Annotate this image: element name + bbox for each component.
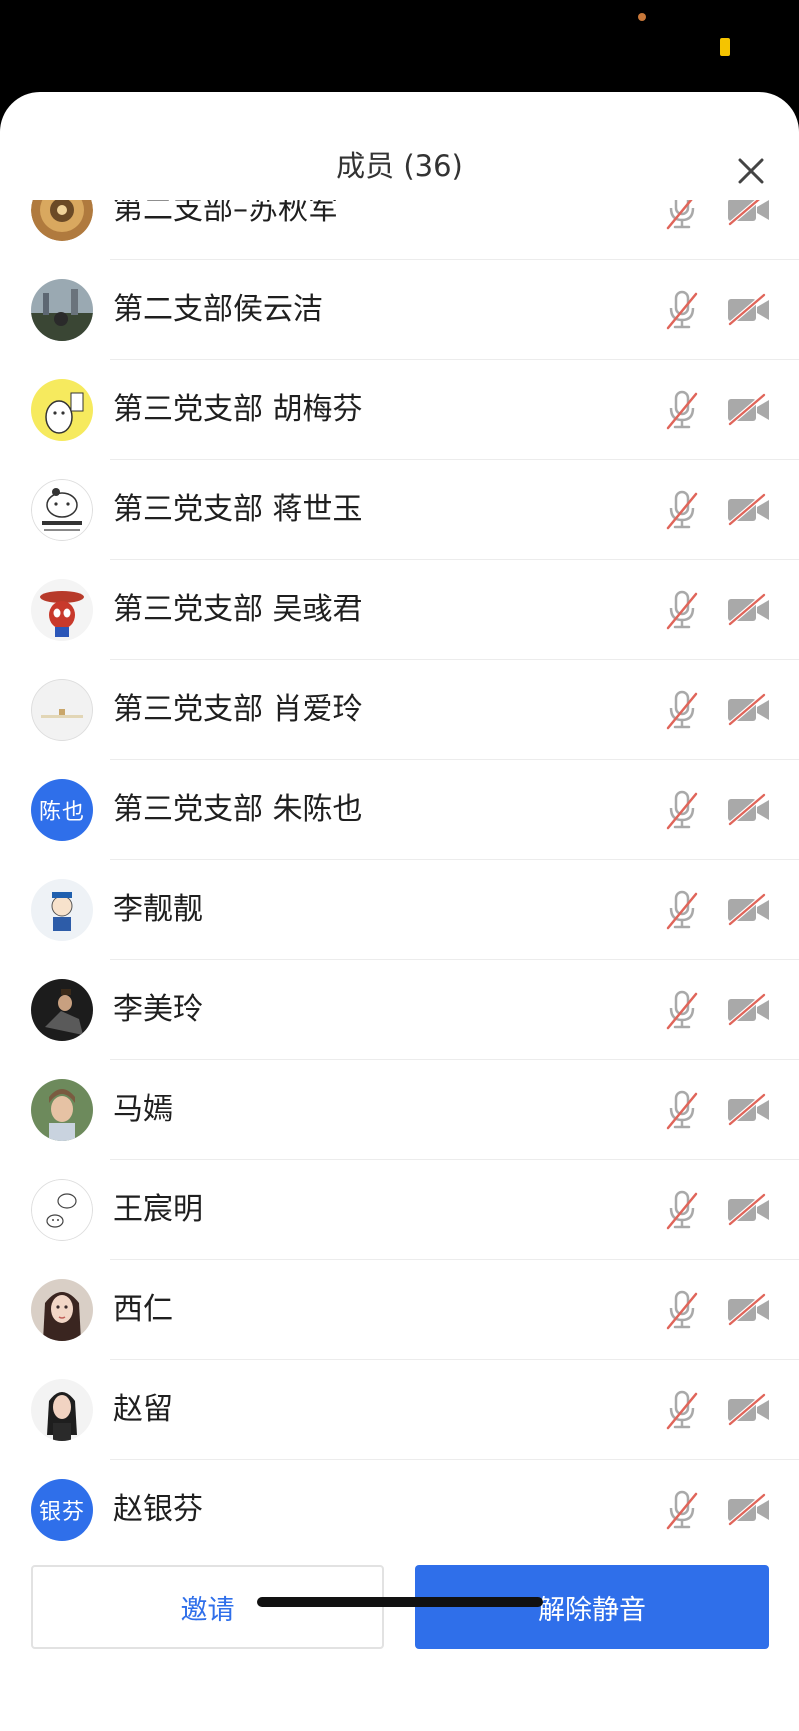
member-name: 西仁 — [113, 1292, 173, 1327]
member-name: 第三党支部 蒋世玉 — [113, 492, 363, 527]
invite-button[interactable]: 邀请 — [31, 1565, 384, 1649]
mic-muted-icon[interactable] — [662, 200, 702, 232]
member-row[interactable]: 西仁 — [0, 1260, 799, 1360]
mic-muted-icon[interactable] — [662, 1088, 702, 1132]
member-list[interactable]: 第二支部–苏秋军第二支部侯云洁第三党支部 胡梅芬 第三党支部 蒋世玉 第三党支部 吴… — [0, 200, 799, 1662]
mic-muted-icon[interactable] — [662, 588, 702, 632]
avatar — [31, 279, 93, 341]
camera-off-icon[interactable] — [726, 1492, 772, 1528]
member-row[interactable]: 银芬 赵银芬 — [0, 1460, 799, 1560]
member-row[interactable]: 第三党支部 胡梅芬 — [0, 360, 799, 460]
member-name: 第二支部–苏秋军 — [113, 200, 338, 227]
panel-title: 成员 (36) — [336, 149, 463, 183]
member-row[interactable]: 李美玲 — [0, 960, 799, 1060]
camera-off-icon[interactable] — [726, 992, 772, 1028]
camera-off-icon[interactable] — [726, 492, 772, 528]
close-button[interactable] — [728, 148, 774, 194]
member-name: 马嫣 — [113, 1092, 173, 1127]
avatar: 银芬 — [31, 1479, 93, 1541]
avatar — [31, 1279, 93, 1341]
mic-muted-icon[interactable] — [662, 988, 702, 1032]
status-bar — [0, 0, 799, 100]
mic-muted-icon[interactable] — [662, 1388, 702, 1432]
member-row[interactable]: 第二支部侯云洁 — [0, 260, 799, 360]
members-panel: 成员 (36) 第二支部–苏秋军第二支部侯云洁第三党支部 胡梅芬 第三党支部 蒋世… — [0, 92, 799, 1731]
mic-muted-icon[interactable] — [662, 1488, 702, 1532]
mic-muted-icon[interactable] — [662, 488, 702, 532]
member-row[interactable]: 第三党支部 肖爱玲 — [0, 660, 799, 760]
camera-off-icon[interactable] — [726, 1192, 772, 1228]
camera-off-icon[interactable] — [726, 592, 772, 628]
member-row[interactable]: 赵留 — [0, 1360, 799, 1460]
member-name: 第二支部侯云洁 — [113, 292, 323, 327]
camera-off-icon[interactable] — [726, 692, 772, 728]
avatar — [31, 379, 93, 441]
home-indicator — [257, 1597, 543, 1607]
camera-off-icon[interactable] — [726, 292, 772, 328]
avatar — [31, 679, 93, 741]
member-name: 李靓靓 — [113, 892, 203, 927]
member-name: 赵留 — [113, 1392, 173, 1427]
camera-off-icon[interactable] — [726, 792, 772, 828]
camera-off-icon[interactable] — [726, 200, 772, 228]
mic-muted-icon[interactable] — [662, 288, 702, 332]
member-row[interactable]: 李靓靓 — [0, 860, 799, 960]
avatar — [31, 1379, 93, 1441]
mic-muted-icon[interactable] — [662, 1288, 702, 1332]
member-row[interactable]: 陈也 第三党支部 朱陈也 — [0, 760, 799, 860]
camera-off-icon[interactable] — [726, 1392, 772, 1428]
camera-off-icon[interactable] — [726, 1292, 772, 1328]
member-name: 第三党支部 朱陈也 — [113, 792, 363, 827]
member-name: 赵银芬 — [113, 1492, 203, 1527]
avatar — [31, 979, 93, 1041]
mic-muted-icon[interactable] — [662, 888, 702, 932]
mic-muted-icon[interactable] — [662, 388, 702, 432]
mic-muted-icon[interactable] — [662, 688, 702, 732]
member-name: 第三党支部 肖爱玲 — [113, 692, 363, 727]
avatar: 陈也 — [31, 779, 93, 841]
avatar — [31, 579, 93, 641]
avatar — [31, 200, 93, 241]
unmute-button[interactable]: 解除静音 — [415, 1565, 769, 1649]
member-row[interactable]: 第三党支部 蒋世玉 — [0, 460, 799, 560]
close-icon — [738, 158, 764, 184]
camera-indicator-dot — [638, 13, 646, 21]
member-name: 李美玲 — [113, 992, 203, 1027]
avatar — [31, 479, 93, 541]
member-name: 第三党支部 胡梅芬 — [113, 392, 363, 427]
camera-off-icon[interactable] — [726, 892, 772, 928]
member-row[interactable]: 马嫣 — [0, 1060, 799, 1160]
camera-off-icon[interactable] — [726, 1092, 772, 1128]
panel-footer: 邀请 解除静音 — [0, 1550, 799, 1731]
member-name: 王宸明 — [113, 1192, 203, 1227]
battery-icon — [720, 38, 730, 56]
camera-off-icon[interactable] — [726, 392, 772, 428]
member-row[interactable]: 王宸明 — [0, 1160, 799, 1260]
member-name: 第三党支部 吴彧君 — [113, 592, 363, 627]
avatar — [31, 1079, 93, 1141]
member-row[interactable]: 第二支部–苏秋军 — [0, 200, 799, 260]
avatar — [31, 1179, 93, 1241]
mic-muted-icon[interactable] — [662, 788, 702, 832]
member-row[interactable]: 第三党支部 吴彧君 — [0, 560, 799, 660]
avatar — [31, 879, 93, 941]
mic-muted-icon[interactable] — [662, 1188, 702, 1232]
